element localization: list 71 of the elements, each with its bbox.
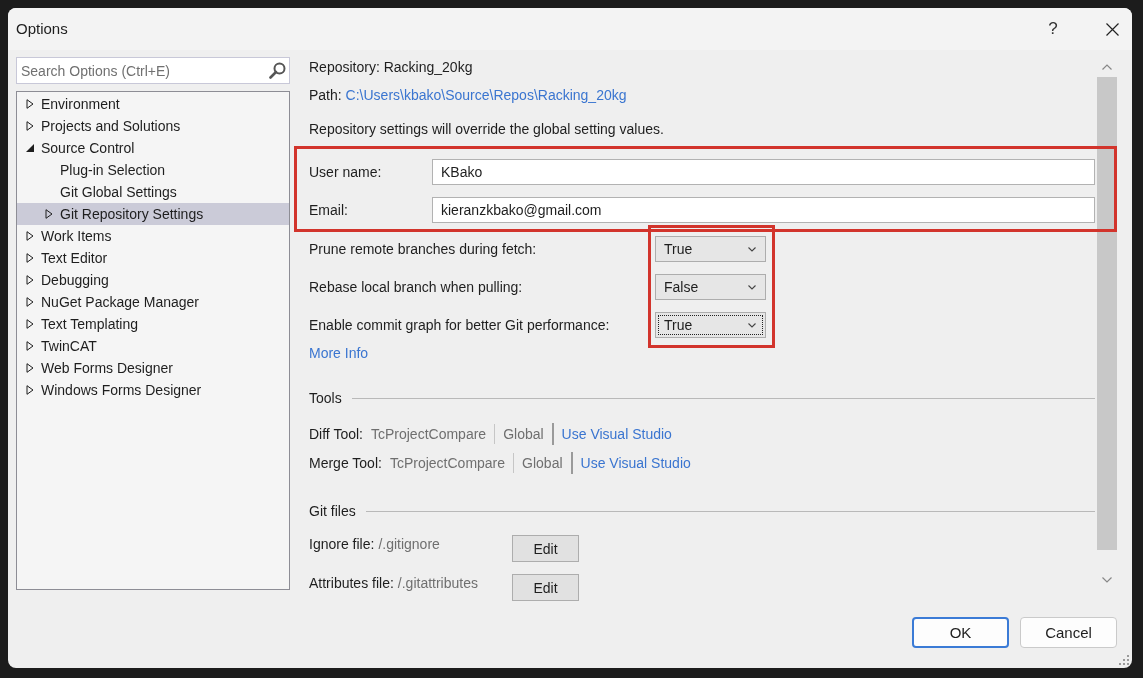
tool-label: Diff Tool: <box>309 425 363 444</box>
option-label: Enable commit graph for better Git performance: <box>309 316 610 335</box>
file-label: Attributes file: <box>309 574 394 593</box>
dialog-button[interactable]: OK <box>912 617 1009 648</box>
field-label: Email: <box>309 201 348 220</box>
scrollbar-thumb[interactable] <box>1097 77 1117 550</box>
chevron-down-icon <box>748 322 756 328</box>
collapsed-triangle-icon[interactable] <box>26 121 34 131</box>
tree-item[interactable]: Environment <box>17 93 289 115</box>
tree-item[interactable]: Debugging <box>17 269 289 291</box>
chevron-down-icon[interactable] <box>1102 577 1112 583</box>
text-field[interactable]: KBako <box>432 159 1095 185</box>
collapsed-triangle-icon[interactable] <box>26 253 34 263</box>
collapsed-triangle-icon[interactable] <box>26 297 34 307</box>
tree-item[interactable]: Text Editor <box>17 247 289 269</box>
chevron-down-icon <box>748 284 756 290</box>
option-label: Prune remote branches during fetch: <box>309 240 537 259</box>
close-icon <box>1105 22 1119 36</box>
tree-item[interactable]: Git Global Settings <box>17 181 289 203</box>
search-icon <box>269 62 286 79</box>
collapsed-triangle-icon[interactable] <box>26 385 34 395</box>
text-field[interactable]: kieranzkbako@gmail.com <box>432 197 1095 223</box>
file-label: Ignore file: <box>309 535 375 554</box>
dropdown[interactable]: True <box>655 236 766 262</box>
collapsed-triangle-icon[interactable] <box>26 341 34 351</box>
section-heading: Tools <box>309 389 342 408</box>
tree-item[interactable]: Source Control <box>17 137 289 159</box>
info-text: Repository settings will override the global setting values. <box>309 120 664 139</box>
tool-name: TcProjectCompare <box>370 425 487 444</box>
tree-item[interactable]: Text Templating <box>17 313 289 335</box>
tool-scope: Global <box>522 454 563 473</box>
window-title: Options <box>16 19 68 39</box>
collapsed-triangle-icon[interactable] <box>26 363 34 373</box>
edit-button[interactable]: Edit <box>512 574 579 601</box>
path-text: Path: C:\Users\kbako\Source\Repos\Racking_20kg <box>309 86 627 105</box>
tree-item[interactable]: Plug-in Selection <box>17 159 289 181</box>
file-path: /.gitattributes <box>397 574 478 593</box>
chevron-up-icon[interactable] <box>1102 64 1112 70</box>
tool-label: Merge Tool: <box>309 454 382 473</box>
tree-item[interactable]: TwinCAT <box>17 335 289 357</box>
tree-item[interactable]: NuGet Package Manager <box>17 291 289 313</box>
section-heading: Git files <box>309 502 356 521</box>
tool-name: TcProjectCompare <box>389 454 506 473</box>
tree-item[interactable]: Windows Forms Designer <box>17 379 289 401</box>
tree-item[interactable]: Work Items <box>17 225 289 247</box>
file-path: /.gitignore <box>378 535 440 554</box>
collapsed-triangle-icon[interactable] <box>26 231 34 241</box>
collapsed-triangle-icon[interactable] <box>45 209 53 219</box>
tool-scope: Global <box>503 425 544 444</box>
collapsed-triangle-icon[interactable] <box>26 319 34 329</box>
edit-button[interactable]: Edit <box>512 535 579 562</box>
tree-item[interactable]: Projects and Solutions <box>17 115 289 137</box>
field-label: User name: <box>309 163 382 182</box>
dropdown[interactable]: False <box>655 274 766 300</box>
option-label: Rebase local branch when pulling: <box>309 278 523 297</box>
dialog-button[interactable]: Cancel <box>1020 617 1117 648</box>
chevron-down-icon <box>748 246 756 252</box>
repository-text: Repository: Racking_20kg <box>309 58 473 77</box>
expanded-triangle-icon[interactable] <box>26 144 34 152</box>
tree-item[interactable]: Web Forms Designer <box>17 357 289 379</box>
search-field[interactable]: Search Options (Ctrl+E) <box>16 57 290 84</box>
help-button[interactable]: ? <box>1038 13 1068 45</box>
tool-link[interactable]: Use Visual Studio <box>561 424 672 444</box>
tree-item[interactable]: Git Repository Settings <box>17 203 289 225</box>
path-link[interactable]: C:\Users\kbako\Source\Repos\Racking_20kg <box>345 87 627 103</box>
more-info-link[interactable]: More Info <box>309 343 369 363</box>
collapsed-triangle-icon[interactable] <box>26 99 34 109</box>
tool-link[interactable]: Use Visual Studio <box>580 453 691 473</box>
resize-grip-icon[interactable] <box>1119 655 1130 666</box>
dropdown[interactable]: True <box>655 312 766 338</box>
collapsed-triangle-icon[interactable] <box>26 275 34 285</box>
